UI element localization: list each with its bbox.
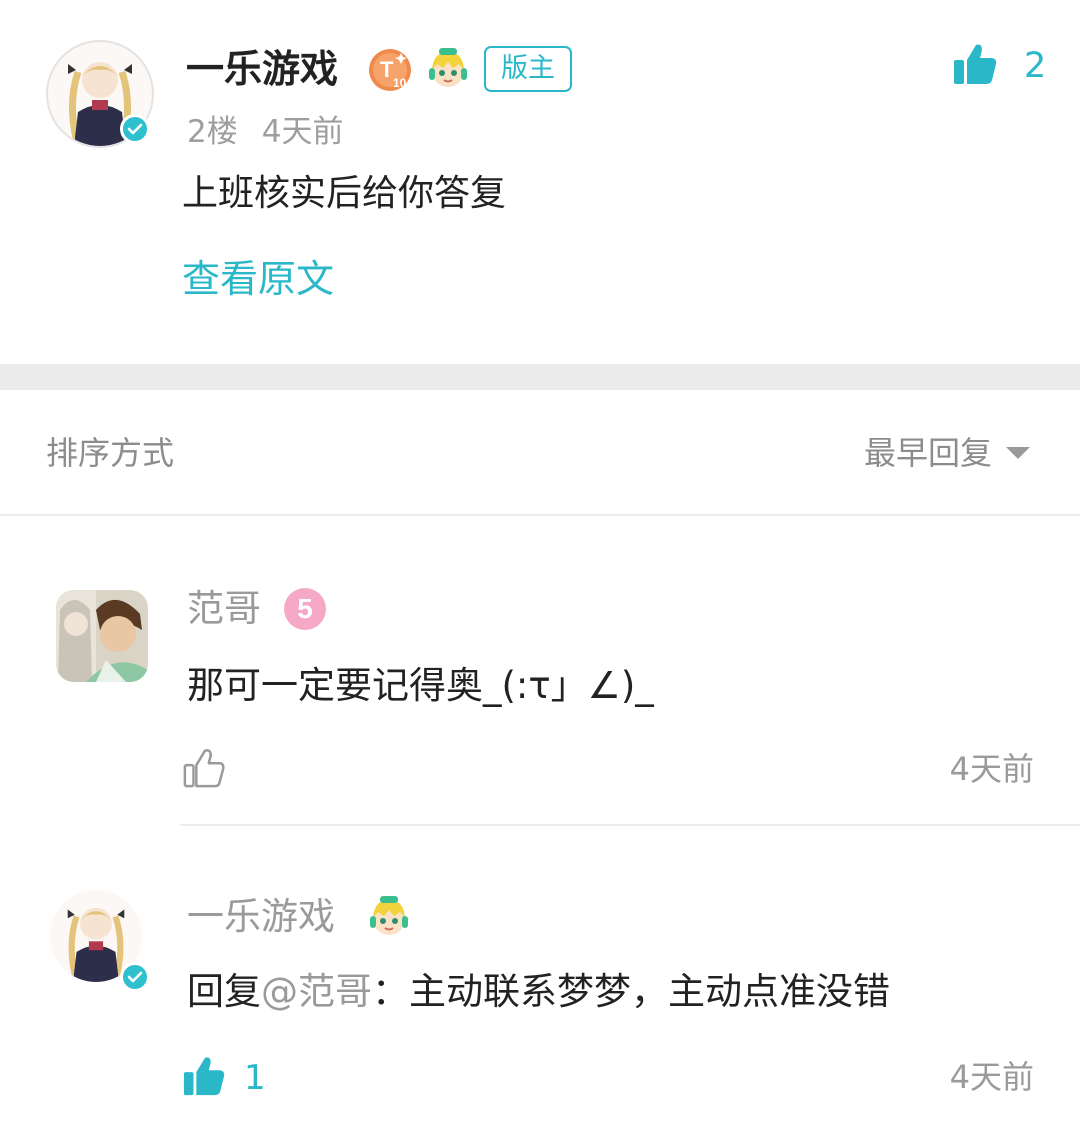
reply-content: 回复@范哥：主动联系梦梦，主动点准没错 <box>187 966 890 1018</box>
post-like-button[interactable]: 2 <box>952 42 1046 90</box>
caret-down-icon <box>1006 447 1030 459</box>
mascot-icon <box>425 46 471 92</box>
post-meta: 2楼 4天前 <box>187 110 343 154</box>
thumbs-up-icon <box>952 42 998 90</box>
divider <box>0 514 1080 516</box>
post-author-name[interactable]: 一乐游戏 <box>186 43 338 95</box>
svg-text:T: T <box>380 57 394 82</box>
divider <box>180 824 1080 826</box>
sort-dropdown[interactable]: 最早回复 <box>864 430 1030 476</box>
verified-icon <box>120 114 150 144</box>
section-separator <box>0 364 1080 390</box>
level-badge-icon: 5 <box>284 588 326 630</box>
svg-text:10: 10 <box>393 76 407 90</box>
view-original-link[interactable]: 查看原文 <box>182 252 334 306</box>
reply-time: 4天前 <box>949 1058 1034 1096</box>
reply-author-avatar[interactable] <box>56 590 148 682</box>
reply-body: ：主动联系梦梦，主动点准没错 <box>372 970 890 1013</box>
sort-label: 排序方式 <box>46 434 175 472</box>
reply-content: 那可一定要记得奥_(:τ」∠)_ <box>187 664 654 707</box>
mention-link[interactable]: @范哥 <box>261 970 372 1013</box>
sort-selected: 最早回复 <box>863 434 992 472</box>
thumbs-up-icon <box>182 1054 226 1102</box>
reply-time: 4天前 <box>949 750 1034 788</box>
thumbs-up-icon <box>182 746 226 794</box>
reply-like-button[interactable]: 1 <box>182 1054 266 1102</box>
reply-author-name[interactable]: 一乐游戏 <box>187 892 335 942</box>
post-like-count: 2 <box>1024 46 1047 86</box>
reply-like-count: 1 <box>244 1058 266 1098</box>
mascot-icon <box>366 894 412 940</box>
reply-prefix: 回复 <box>187 970 261 1013</box>
post-content: 上班核实后给你答复 <box>182 173 507 214</box>
post-floor: 2楼 <box>187 114 238 150</box>
reply-like-button[interactable] <box>182 746 226 794</box>
verified-icon <box>120 962 150 992</box>
level-badge-icon: T 10 <box>367 47 413 93</box>
moderator-badge: 版主 <box>484 46 572 92</box>
post-time: 4天前 <box>261 114 344 150</box>
reply-author-name[interactable]: 范哥 <box>187 584 261 634</box>
